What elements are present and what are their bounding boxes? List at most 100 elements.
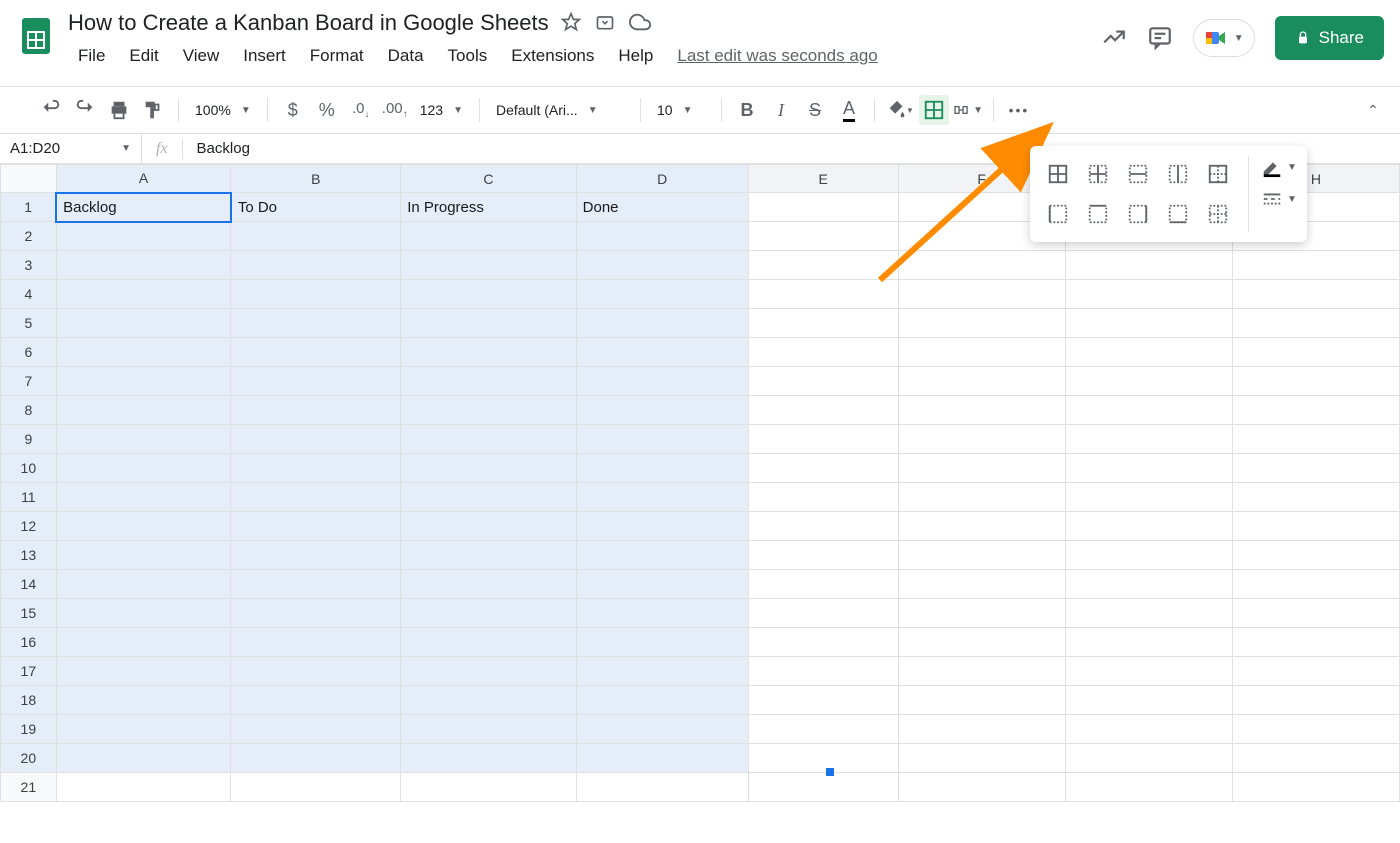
cell-A18[interactable]	[56, 686, 231, 715]
cell-D10[interactable]	[576, 454, 748, 483]
move-icon[interactable]	[595, 12, 615, 35]
cell-C9[interactable]	[401, 425, 576, 454]
cell-F19[interactable]	[898, 715, 1065, 744]
cell-D8[interactable]	[576, 396, 748, 425]
menu-view[interactable]: View	[173, 42, 230, 70]
cell-G5[interactable]	[1065, 309, 1232, 338]
cell-B3[interactable]	[231, 251, 401, 280]
row-header-1[interactable]: 1	[1, 193, 57, 222]
cell-G20[interactable]	[1065, 744, 1232, 773]
undo-button[interactable]	[36, 95, 66, 125]
fill-color-button[interactable]: ▼	[885, 95, 915, 125]
share-button[interactable]: Share	[1275, 16, 1384, 60]
cell-B12[interactable]	[231, 512, 401, 541]
selection-handle[interactable]	[826, 768, 834, 776]
cell-E19[interactable]	[748, 715, 898, 744]
cell-F6[interactable]	[898, 338, 1065, 367]
border-inner-button[interactable]	[1080, 156, 1116, 192]
cell-E15[interactable]	[748, 599, 898, 628]
last-edit-link[interactable]: Last edit was seconds ago	[667, 42, 887, 70]
cloud-icon[interactable]	[629, 11, 651, 36]
cell-A10[interactable]	[56, 454, 231, 483]
row-header-20[interactable]: 20	[1, 744, 57, 773]
cell-A2[interactable]	[56, 222, 231, 251]
currency-button[interactable]: $	[278, 95, 308, 125]
merge-button[interactable]: ▼	[953, 95, 983, 125]
cell-G3[interactable]	[1065, 251, 1232, 280]
cell-H10[interactable]	[1232, 454, 1399, 483]
cell-A15[interactable]	[56, 599, 231, 628]
cell-A1[interactable]: Backlog	[56, 193, 231, 222]
cell-F20[interactable]	[898, 744, 1065, 773]
cell-A6[interactable]	[56, 338, 231, 367]
cell-F4[interactable]	[898, 280, 1065, 309]
cell-H3[interactable]	[1232, 251, 1399, 280]
cell-E3[interactable]	[748, 251, 898, 280]
document-title[interactable]: How to Create a Kanban Board in Google S…	[68, 8, 549, 38]
percent-button[interactable]: %	[312, 95, 342, 125]
print-button[interactable]	[104, 95, 134, 125]
cell-B13[interactable]	[231, 541, 401, 570]
cell-G16[interactable]	[1065, 628, 1232, 657]
row-header-11[interactable]: 11	[1, 483, 57, 512]
cell-C11[interactable]	[401, 483, 576, 512]
cell-A5[interactable]	[56, 309, 231, 338]
cell-H8[interactable]	[1232, 396, 1399, 425]
cell-F21[interactable]	[898, 773, 1065, 802]
cell-H19[interactable]	[1232, 715, 1399, 744]
cell-C1[interactable]: In Progress	[401, 193, 576, 222]
zoom-dropdown[interactable]: 100%▼	[189, 102, 257, 118]
border-all-button[interactable]	[1040, 156, 1076, 192]
cell-H16[interactable]	[1232, 628, 1399, 657]
cell-G19[interactable]	[1065, 715, 1232, 744]
cell-D1[interactable]: Done	[576, 193, 748, 222]
row-header-12[interactable]: 12	[1, 512, 57, 541]
cell-F14[interactable]	[898, 570, 1065, 599]
cell-D12[interactable]	[576, 512, 748, 541]
cell-E9[interactable]	[748, 425, 898, 454]
cell-H21[interactable]	[1232, 773, 1399, 802]
cell-G17[interactable]	[1065, 657, 1232, 686]
row-header-2[interactable]: 2	[1, 222, 57, 251]
cell-C7[interactable]	[401, 367, 576, 396]
cell-A20[interactable]	[56, 744, 231, 773]
cell-B2[interactable]	[231, 222, 401, 251]
cell-D17[interactable]	[576, 657, 748, 686]
cell-F16[interactable]	[898, 628, 1065, 657]
cell-C10[interactable]	[401, 454, 576, 483]
cell-H17[interactable]	[1232, 657, 1399, 686]
cell-F10[interactable]	[898, 454, 1065, 483]
cell-B17[interactable]	[231, 657, 401, 686]
row-header-6[interactable]: 6	[1, 338, 57, 367]
cell-A13[interactable]	[56, 541, 231, 570]
cell-D5[interactable]	[576, 309, 748, 338]
cell-B10[interactable]	[231, 454, 401, 483]
cell-A17[interactable]	[56, 657, 231, 686]
cell-G7[interactable]	[1065, 367, 1232, 396]
column-header-B[interactable]: B	[231, 165, 401, 193]
cell-D6[interactable]	[576, 338, 748, 367]
more-button[interactable]: •••	[1004, 95, 1034, 125]
collapse-toolbar-button[interactable]: ⌃	[1358, 95, 1388, 125]
cell-A21[interactable]	[56, 773, 231, 802]
border-none-button[interactable]	[1200, 196, 1236, 232]
menu-data[interactable]: Data	[378, 42, 434, 70]
cell-G10[interactable]	[1065, 454, 1232, 483]
cell-E1[interactable]	[748, 193, 898, 222]
cell-A11[interactable]	[56, 483, 231, 512]
number-format-dropdown[interactable]: 123▼	[414, 102, 469, 118]
cell-D9[interactable]	[576, 425, 748, 454]
cell-E20[interactable]	[748, 744, 898, 773]
cell-A7[interactable]	[56, 367, 231, 396]
cell-A4[interactable]	[56, 280, 231, 309]
cell-C17[interactable]	[401, 657, 576, 686]
cell-E11[interactable]	[748, 483, 898, 512]
cell-C5[interactable]	[401, 309, 576, 338]
cell-D18[interactable]	[576, 686, 748, 715]
cell-D20[interactable]	[576, 744, 748, 773]
row-header-13[interactable]: 13	[1, 541, 57, 570]
row-header-4[interactable]: 4	[1, 280, 57, 309]
cell-B1[interactable]: To Do	[231, 193, 401, 222]
cell-F13[interactable]	[898, 541, 1065, 570]
cell-H6[interactable]	[1232, 338, 1399, 367]
